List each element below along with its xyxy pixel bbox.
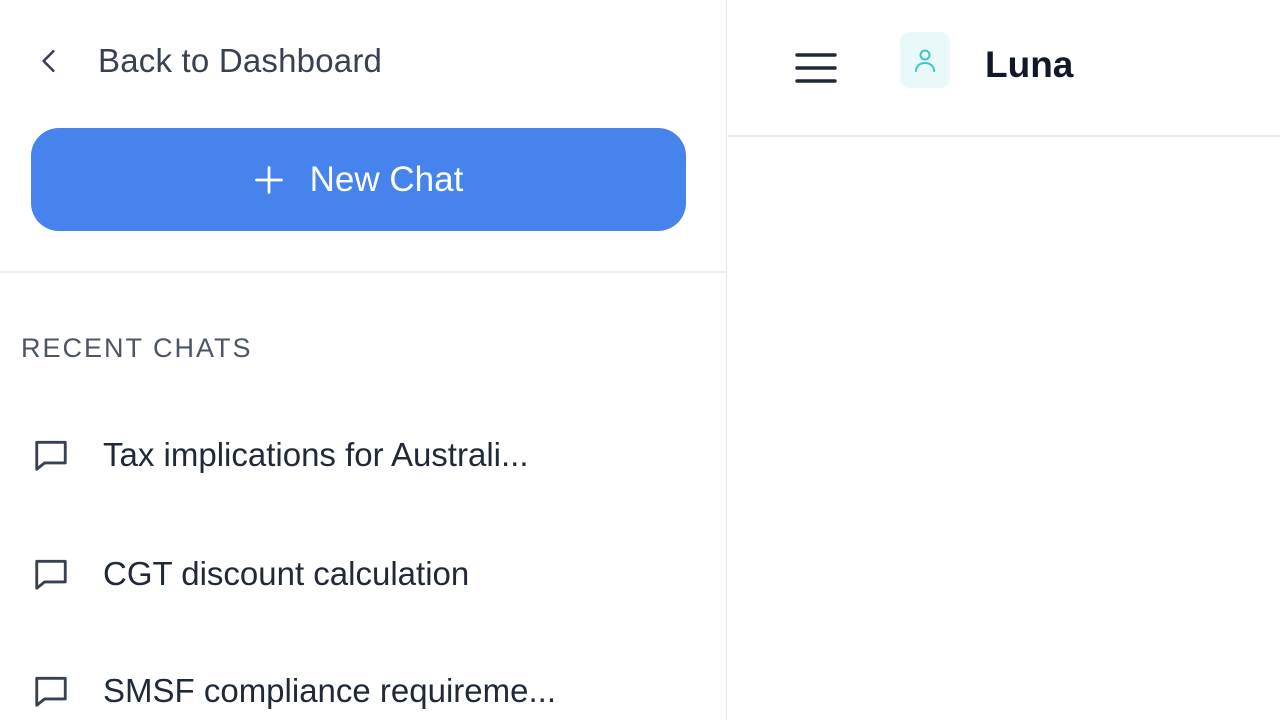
chevron-left-icon: [42, 49, 55, 73]
recent-chat-item[interactable]: SMSF compliance requireme...: [32, 661, 556, 720]
recent-chat-item[interactable]: CGT discount calculation: [32, 544, 469, 604]
hamburger-menu-icon: [795, 53, 837, 83]
chat-main-panel: Luna: [728, 0, 1280, 720]
chat-header: Luna: [728, 0, 1280, 137]
plus-icon: [254, 165, 283, 194]
back-to-dashboard-link[interactable]: Back to Dashboard: [36, 36, 382, 86]
message-square-icon: [35, 440, 67, 471]
menu-toggle-button[interactable]: [790, 42, 842, 94]
recent-chat-title: SMSF compliance requireme...: [103, 672, 556, 709]
back-to-dashboard-label: Back to Dashboard: [98, 42, 383, 79]
user-icon: [915, 49, 935, 72]
recent-chats-heading: RECENT CHATS: [21, 333, 253, 363]
message-square-icon: [35, 676, 67, 707]
recent-chat-title: CGT discount calculation: [103, 555, 470, 592]
recent-chat-title: Tax implications for Australi...: [103, 436, 529, 473]
new-chat-label: New Chat: [309, 159, 464, 199]
sidebar-divider: [0, 271, 727, 273]
sidebar: Back to Dashboard New Chat RECENT CHATS …: [0, 0, 727, 720]
assistant-avatar: [900, 32, 950, 88]
new-chat-button[interactable]: New Chat: [31, 128, 686, 231]
message-square-icon: [35, 559, 67, 590]
assistant-name: Luna: [985, 44, 1074, 85]
app-window: Back to Dashboard New Chat RECENT CHATS …: [0, 0, 1280, 720]
recent-chat-item[interactable]: Tax implications for Australi...: [32, 425, 529, 485]
